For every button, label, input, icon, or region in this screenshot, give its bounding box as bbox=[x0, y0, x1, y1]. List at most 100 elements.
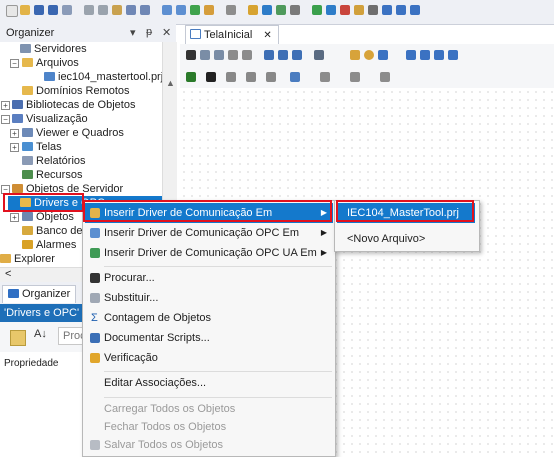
collapse-icon[interactable]: − bbox=[10, 59, 19, 68]
send-back-icon[interactable] bbox=[278, 50, 288, 60]
window-icon[interactable] bbox=[410, 5, 420, 15]
paste-icon[interactable] bbox=[112, 5, 122, 15]
menu-item-inserir-driver-opc-ua[interactable]: Inserir Driver de Comunicação OPC UA Em … bbox=[85, 243, 333, 263]
debug-icon[interactable] bbox=[276, 5, 286, 15]
connect-icon[interactable] bbox=[312, 5, 322, 15]
text-tool-icon[interactable] bbox=[378, 50, 388, 60]
size-icon[interactable] bbox=[380, 72, 390, 82]
search-icon[interactable] bbox=[314, 50, 324, 60]
tree-item-viewer-quadros[interactable]: Viewer e Quadros bbox=[22, 126, 124, 140]
align-icon[interactable] bbox=[228, 50, 238, 60]
rectangle-tool-icon[interactable] bbox=[350, 50, 360, 60]
tag-icon[interactable] bbox=[204, 5, 214, 15]
shape-tool-icon[interactable] bbox=[448, 50, 458, 60]
line-width-icon[interactable] bbox=[266, 72, 276, 82]
line-style-icon[interactable] bbox=[246, 72, 256, 82]
menu-item-fechar-todos[interactable]: Fechar Todos os Objetos bbox=[85, 417, 333, 437]
expand-icon[interactable]: + bbox=[10, 143, 19, 152]
pointer-icon[interactable] bbox=[186, 50, 196, 60]
line-tool-icon[interactable] bbox=[406, 50, 416, 60]
menu-item-salvar-todos[interactable]: Salvar Todos os Objetos bbox=[85, 435, 333, 455]
collapse-icon[interactable]: − bbox=[1, 115, 10, 124]
scroll-up-icon[interactable]: ▲ bbox=[166, 78, 175, 88]
layout-icon[interactable] bbox=[396, 5, 406, 15]
tree-item-objetos-servidor[interactable]: Objetos de Servidor bbox=[12, 182, 123, 196]
chart-icon[interactable] bbox=[340, 5, 350, 15]
export-icon[interactable] bbox=[62, 5, 72, 15]
save-icon[interactable] bbox=[34, 5, 44, 15]
open-icon[interactable] bbox=[20, 5, 30, 15]
table-icon[interactable] bbox=[382, 5, 392, 15]
screen-new-icon[interactable] bbox=[162, 5, 172, 15]
expand-icon[interactable]: + bbox=[10, 213, 19, 222]
menu-item-procurar[interactable]: Procurar... bbox=[85, 268, 333, 288]
tree-item-arquivos[interactable]: Arquivos bbox=[22, 56, 79, 70]
tree-item-servidores[interactable]: Servidores bbox=[20, 42, 87, 56]
new-icon[interactable] bbox=[6, 5, 18, 17]
menu-item-documentar-scripts[interactable]: Documentar Scripts... bbox=[85, 328, 333, 348]
tab-telainicial[interactable]: TelaInicial ✕ bbox=[185, 25, 279, 44]
tree-item-iec104-project[interactable]: iec104_mastertool.prj bbox=[44, 70, 162, 84]
tree-item-recursos[interactable]: Recursos bbox=[22, 168, 82, 182]
tree-item-banco[interactable]: Banco de bbox=[22, 224, 82, 238]
opc-insert-icon bbox=[90, 228, 100, 238]
ellipse-tool-icon[interactable] bbox=[364, 50, 374, 60]
screen-save-icon[interactable] bbox=[190, 5, 200, 15]
cut-icon[interactable] bbox=[84, 5, 94, 15]
grid-icon[interactable] bbox=[226, 5, 236, 15]
distribute-icon[interactable] bbox=[320, 72, 330, 82]
tree-item-objetos[interactable]: Objetos bbox=[22, 210, 74, 224]
tab-label: Organizer bbox=[22, 288, 71, 300]
watch-icon[interactable] bbox=[290, 5, 300, 15]
tree-item-dominios-remotos[interactable]: Domínios Remotos bbox=[22, 84, 130, 98]
menu-item-substituir[interactable]: Substituir... bbox=[85, 288, 333, 308]
properties-icon[interactable] bbox=[354, 5, 364, 15]
menu-item-inserir-driver-opc[interactable]: Inserir Driver de Comunicação OPC Em ▶ bbox=[85, 223, 333, 243]
tab-close-icon[interactable]: ✕ bbox=[263, 30, 271, 41]
menu-item-carregar-todos[interactable]: Carregar Todos os Objetos bbox=[85, 399, 333, 419]
run-icon[interactable] bbox=[248, 5, 258, 15]
spacing-icon[interactable] bbox=[350, 72, 360, 82]
undo-icon[interactable] bbox=[126, 5, 136, 15]
categorized-icon[interactable] bbox=[10, 330, 26, 346]
rotate-icon[interactable] bbox=[214, 50, 224, 60]
save-all-toolbar-icon[interactable] bbox=[48, 5, 58, 15]
scroll-left-icon[interactable]: < bbox=[5, 268, 11, 280]
sort-az-icon[interactable]: A↓ bbox=[34, 328, 47, 340]
expand-icon[interactable]: + bbox=[10, 129, 19, 138]
dropdown-icon[interactable]: ▾ bbox=[130, 26, 136, 39]
menu-item-inserir-driver[interactable]: Inserir Driver de Comunicação Em ▶ bbox=[85, 203, 333, 223]
text-color-icon[interactable] bbox=[206, 72, 216, 82]
redo-icon[interactable] bbox=[140, 5, 150, 15]
sum-icon[interactable] bbox=[368, 5, 378, 15]
line-color-icon[interactable] bbox=[226, 72, 236, 82]
fill-color-icon[interactable] bbox=[186, 72, 196, 82]
copy-icon[interactable] bbox=[98, 5, 108, 15]
collapse-icon[interactable]: − bbox=[1, 185, 10, 194]
close-icon[interactable]: ✕ bbox=[162, 26, 171, 39]
menu-item-editar-associacoes[interactable]: Editar Associações... bbox=[85, 373, 333, 393]
button-tool-icon[interactable] bbox=[434, 50, 444, 60]
menu-item-verificacao[interactable]: Verificação bbox=[85, 348, 333, 368]
zoom-icon[interactable] bbox=[200, 50, 210, 60]
tree-item-telas[interactable]: Telas bbox=[22, 140, 62, 154]
expand-icon[interactable]: + bbox=[1, 101, 10, 110]
copy-format-icon[interactable] bbox=[292, 50, 302, 60]
submenu-item-novo-arquivo[interactable]: <Novo Arquivo> bbox=[337, 229, 475, 249]
group-icon[interactable] bbox=[242, 50, 252, 60]
tab-organizer[interactable]: Organizer bbox=[2, 285, 77, 303]
pin-icon[interactable]: ᵽ bbox=[146, 26, 152, 38]
layer-icon[interactable] bbox=[290, 72, 300, 82]
polyline-tool-icon[interactable] bbox=[420, 50, 430, 60]
screen-open-icon[interactable] bbox=[176, 5, 186, 15]
submenu-item-iec104-project[interactable]: IEC104_MasterTool.prj bbox=[337, 203, 475, 223]
bring-front-icon[interactable] bbox=[264, 50, 274, 60]
tree-item-alarmes[interactable]: Alarmes bbox=[22, 238, 76, 252]
tree-item-explorer[interactable]: Explorer bbox=[0, 252, 55, 266]
stop-icon[interactable] bbox=[262, 5, 272, 15]
tree-item-visualizacao[interactable]: Visualização bbox=[12, 112, 88, 126]
network-icon[interactable] bbox=[326, 5, 336, 15]
tree-item-bibliotecas[interactable]: Bibliotecas de Objetos bbox=[12, 98, 135, 112]
menu-item-contagem-objetos[interactable]: Σ Contagem de Objetos bbox=[85, 308, 333, 328]
tree-item-relatorios[interactable]: Relatórios bbox=[22, 154, 86, 168]
